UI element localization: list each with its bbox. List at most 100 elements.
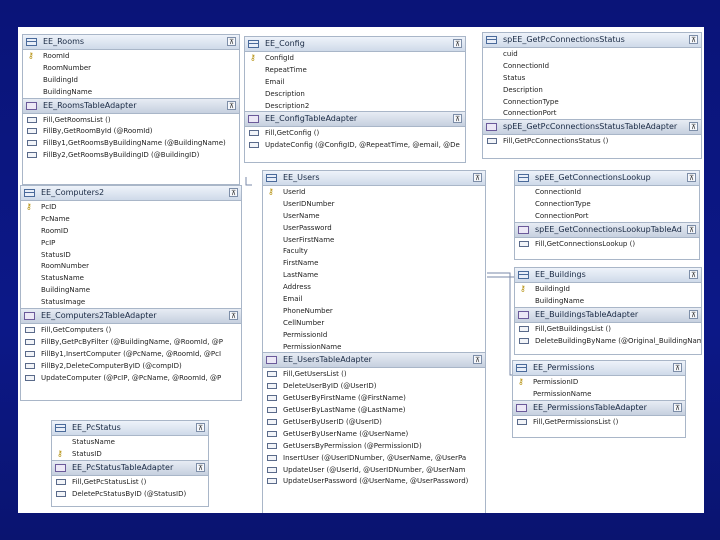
- table-pc-status[interactable]: EE_PcStatus ⊼ StatusName ⚷ StatusID EE_PcS…: [51, 420, 209, 507]
- adapter-header[interactable]: EE_BuildingsTableAdapter ⊼: [515, 306, 701, 323]
- field-row[interactable]: ⚷ PcID: [21, 201, 241, 213]
- field-row[interactable]: UserName: [263, 210, 485, 222]
- field-row[interactable]: PcName: [21, 213, 241, 225]
- collapse-button[interactable]: ⊼: [229, 188, 238, 197]
- field-row[interactable]: Email: [245, 76, 465, 88]
- field-row[interactable]: ⚷ PermissionID: [513, 376, 685, 388]
- method-row[interactable]: Fill,GetRoomsList (): [23, 114, 239, 126]
- field-row[interactable]: ConnectionType: [515, 198, 699, 210]
- table-header[interactable]: spEE_GetPcConnectionsStatus ⊼: [483, 33, 701, 48]
- method-row[interactable]: Fill,GetComputers (): [21, 324, 241, 336]
- field-row[interactable]: cuid: [483, 48, 701, 60]
- method-row[interactable]: InsertUser (@UserIDNumber, @UserName, @U…: [263, 452, 485, 464]
- field-row[interactable]: Address: [263, 281, 485, 293]
- collapse-button[interactable]: ⊼: [229, 311, 238, 321]
- table-config[interactable]: EE_Config ⊼ ⚷ ConfigId RepeatTime Email De…: [244, 36, 466, 163]
- collapse-button[interactable]: ⊼: [687, 173, 696, 182]
- table-header[interactable]: EE_Users ⊼: [263, 171, 485, 186]
- adapter-header[interactable]: EE_ConfigTableAdapter ⊼: [245, 111, 465, 128]
- field-row[interactable]: BuildingName: [23, 86, 239, 98]
- method-row[interactable]: DeletePcStatusByID (@StatusID): [52, 488, 208, 500]
- method-row[interactable]: FillBy2,DeleteComputerByID (@compID): [21, 360, 241, 372]
- field-row[interactable]: UserPassword: [263, 222, 485, 234]
- field-row[interactable]: ⚷ BuildingId: [515, 283, 701, 295]
- method-row[interactable]: Fill,GetConnectionsLookup (): [515, 238, 699, 250]
- method-row[interactable]: UpdateConfig (@ConfigID, @RepeatTime, @e…: [245, 139, 465, 151]
- adapter-header[interactable]: EE_PermissionsTableAdapter ⊼: [513, 399, 685, 416]
- method-row[interactable]: FillBy2,GetRoomsByBuildingID (@BuildingI…: [23, 149, 239, 161]
- collapse-button[interactable]: ⊼: [689, 270, 698, 279]
- field-row[interactable]: ⚷ StatusID: [52, 448, 208, 460]
- table-connections-lookup[interactable]: spEE_GetConnectionsLookup ⊼ ConnectionId …: [514, 170, 700, 260]
- method-row[interactable]: UpdateUser (@UserId, @UserIDNumber, @Use…: [263, 464, 485, 476]
- table-buildings[interactable]: EE_Buildings ⊼ ⚷ BuildingId BuildingName E…: [514, 267, 702, 355]
- field-row[interactable]: Description: [483, 84, 701, 96]
- table-header[interactable]: EE_PcStatus ⊼: [52, 421, 208, 436]
- field-row[interactable]: RoomNumber: [23, 62, 239, 74]
- field-row[interactable]: RepeatTime: [245, 64, 465, 76]
- collapse-button[interactable]: ⊼: [689, 35, 698, 44]
- collapse-button[interactable]: ⊼: [227, 100, 236, 110]
- field-row[interactable]: ConnectionPort: [515, 210, 699, 222]
- method-row[interactable]: UpdateComputer (@PcIP, @PcName, @RoomId,…: [21, 372, 241, 384]
- field-row[interactable]: Email: [263, 293, 485, 305]
- field-row[interactable]: ConnectionId: [515, 186, 699, 198]
- field-row[interactable]: StatusID: [21, 249, 241, 261]
- table-header[interactable]: EE_Computers2 ⊼: [21, 186, 241, 201]
- field-row[interactable]: BuildingName: [21, 284, 241, 296]
- field-row[interactable]: UserFirstName: [263, 234, 485, 246]
- field-row[interactable]: PcIP: [21, 237, 241, 249]
- method-row[interactable]: GetUserByUserID (@UserID): [263, 416, 485, 428]
- adapter-header[interactable]: EE_PcStatusTableAdapter ⊼: [52, 459, 208, 476]
- field-row[interactable]: Status: [483, 72, 701, 84]
- collapse-button[interactable]: ⊼: [453, 39, 462, 48]
- field-row[interactable]: UserIDNumber: [263, 198, 485, 210]
- method-row[interactable]: GetUsersByPermission (@PermissionID): [263, 440, 485, 452]
- table-users[interactable]: EE_Users ⊼ ⚷ UserId UserIDNumber UserName …: [262, 170, 486, 513]
- adapter-header[interactable]: EE_UsersTableAdapter ⊼: [263, 352, 485, 369]
- field-row[interactable]: StatusName: [52, 436, 208, 448]
- field-row[interactable]: LastName: [263, 269, 485, 281]
- method-row[interactable]: GetUserByFirstName (@FirstName): [263, 392, 485, 404]
- adapter-header[interactable]: spEE_GetPcConnectionsStatusTableAdapter ⊼: [483, 119, 701, 136]
- adapter-header[interactable]: EE_Computers2TableAdapter ⊼: [21, 308, 241, 325]
- field-row[interactable]: ConnectionType: [483, 96, 701, 108]
- method-row[interactable]: FillBy,GetRoomById (@RoomId): [23, 125, 239, 137]
- table-pc-connections-status[interactable]: spEE_GetPcConnectionsStatus ⊼ cuid Connec…: [482, 32, 702, 159]
- field-row[interactable]: BuildingName: [515, 295, 701, 307]
- method-row[interactable]: DeleteUserByID (@UserID): [263, 380, 485, 392]
- field-row[interactable]: Faculty: [263, 245, 485, 257]
- table-permissions[interactable]: EE_Permissions ⊼ ⚷ PermissionID Permission…: [512, 360, 686, 438]
- field-row[interactable]: PhoneNumber: [263, 305, 485, 317]
- collapse-button[interactable]: ⊼: [673, 402, 682, 412]
- collapse-button[interactable]: ⊼: [687, 224, 696, 234]
- table-header[interactable]: EE_Config ⊼: [245, 37, 465, 52]
- field-row[interactable]: RoomNumber: [21, 260, 241, 272]
- field-row[interactable]: ⚷ RoomId: [23, 50, 239, 62]
- method-row[interactable]: GetUserByUserName (@UserName): [263, 428, 485, 440]
- collapse-button[interactable]: ⊼: [689, 122, 698, 132]
- field-row[interactable]: PermissionName: [263, 341, 485, 353]
- collapse-button[interactable]: ⊼: [689, 309, 698, 319]
- method-row[interactable]: Fill,GetConfig (): [245, 127, 465, 139]
- field-row[interactable]: ⚷ ConfigId: [245, 52, 465, 64]
- field-row[interactable]: ConnectionId: [483, 60, 701, 72]
- field-row[interactable]: ConnectionPort: [483, 107, 701, 119]
- method-row[interactable]: FillBy,GetPcByFilter (@BuildingName, @Ro…: [21, 336, 241, 348]
- method-row[interactable]: Fill,GetUsersList (): [263, 368, 485, 380]
- collapse-button[interactable]: ⊼: [196, 423, 205, 432]
- collapse-button[interactable]: ⊼: [473, 173, 482, 182]
- method-row[interactable]: Fill,GetPcConnectionsStatus (): [483, 135, 701, 147]
- table-rooms[interactable]: EE_Rooms ⊼ ⚷ RoomId RoomNumber BuildingId …: [22, 34, 240, 185]
- table-header[interactable]: spEE_GetConnectionsLookup ⊼: [515, 171, 699, 186]
- field-row[interactable]: StatusName: [21, 272, 241, 284]
- method-row[interactable]: GetUserByLastName (@LastName): [263, 404, 485, 416]
- field-row[interactable]: ⚷ UserId: [263, 186, 485, 198]
- field-row[interactable]: StatusImage: [21, 296, 241, 308]
- field-row[interactable]: Description: [245, 88, 465, 100]
- table-header[interactable]: EE_Permissions ⊼: [513, 361, 685, 376]
- collapse-button[interactable]: ⊼: [196, 462, 205, 472]
- table-header[interactable]: EE_Buildings ⊼: [515, 268, 701, 283]
- method-row[interactable]: DeleteBuildingByName (@Original_Building…: [515, 335, 701, 347]
- method-row[interactable]: Fill,GetPcStatusList (): [52, 476, 208, 488]
